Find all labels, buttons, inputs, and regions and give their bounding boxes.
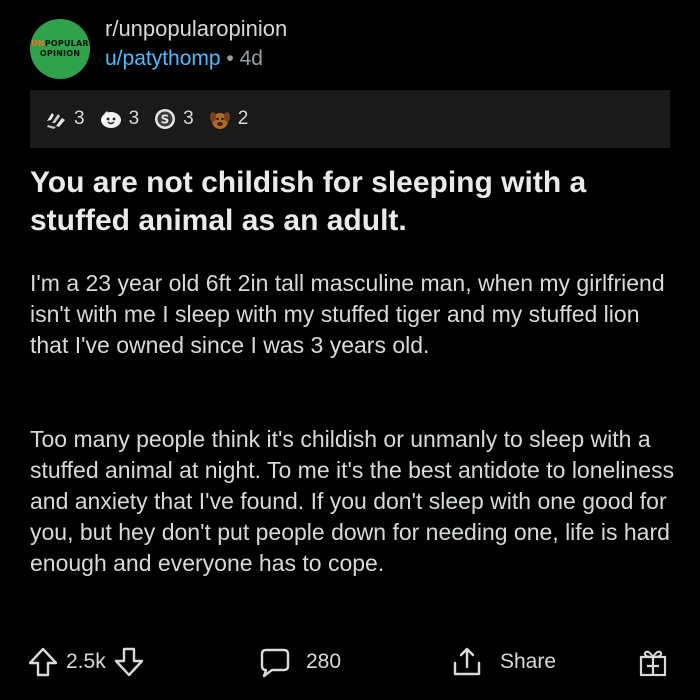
upvote-arrow-icon: [28, 647, 58, 677]
post-title[interactable]: You are not childish for sleeping with a…: [30, 164, 680, 240]
gift-icon: [639, 650, 667, 677]
award-count: 2: [237, 108, 249, 129]
svg-text:S: S: [161, 113, 170, 127]
post-body-paragraph: I'm a 23 year old 6ft 2in tall masculine…: [30, 270, 665, 358]
silver-coin-award-icon: S: [155, 109, 176, 129]
subreddit-name[interactable]: r/unpopularopinion: [105, 14, 287, 44]
vote-group: 2.5k: [26, 645, 146, 679]
award-count: 3: [74, 108, 85, 129]
post-age: 4d: [239, 47, 263, 70]
awards-bar[interactable]: 3 3 S 3 2: [30, 90, 670, 148]
vote-score: 2.5k: [66, 650, 106, 673]
award-item[interactable]: 3: [99, 107, 140, 131]
logo-text-opinion: OPINION: [39, 49, 81, 58]
award-count: 3: [183, 108, 194, 129]
author-line: u/patythomp • 4d: [105, 44, 287, 74]
award-item[interactable]: S 3: [153, 107, 194, 131]
comments-button[interactable]: 280: [258, 645, 341, 679]
author-link[interactable]: u/patythomp: [105, 47, 221, 70]
share-button[interactable]: Share: [450, 645, 556, 679]
award-item[interactable]: 2: [208, 107, 249, 131]
logo-text-un: UN: [31, 39, 45, 48]
logo-text-popular: POPULAR: [44, 39, 89, 48]
award-count: 3: [128, 108, 140, 129]
downvote-arrow-icon: [114, 647, 143, 677]
hands-award-icon: [47, 113, 65, 129]
post-action-bar: 2.5k 280 Share: [26, 640, 676, 684]
share-label: Share: [500, 650, 557, 673]
comment-bubble-icon: [260, 648, 290, 678]
award-item[interactable]: 3: [44, 107, 85, 131]
downvote-button[interactable]: [112, 645, 146, 679]
share-icon: [453, 647, 481, 676]
meta-separator: •: [226, 47, 234, 70]
award-button[interactable]: [636, 645, 670, 679]
post-body-paragraph: Too many people think it's childish or u…: [30, 426, 675, 576]
comment-count: 280: [306, 650, 342, 673]
dog-award-icon: [209, 112, 230, 129]
post-header: UNPOPULAR OPINION r/unpopularopinion u/p…: [30, 14, 670, 84]
upvote-button[interactable]: [26, 645, 60, 679]
subreddit-logo[interactable]: UNPOPULAR OPINION: [30, 19, 90, 79]
wholesome-face-award-icon: [100, 111, 121, 128]
subreddit-meta: r/unpopularopinion u/patythomp • 4d: [105, 14, 287, 74]
